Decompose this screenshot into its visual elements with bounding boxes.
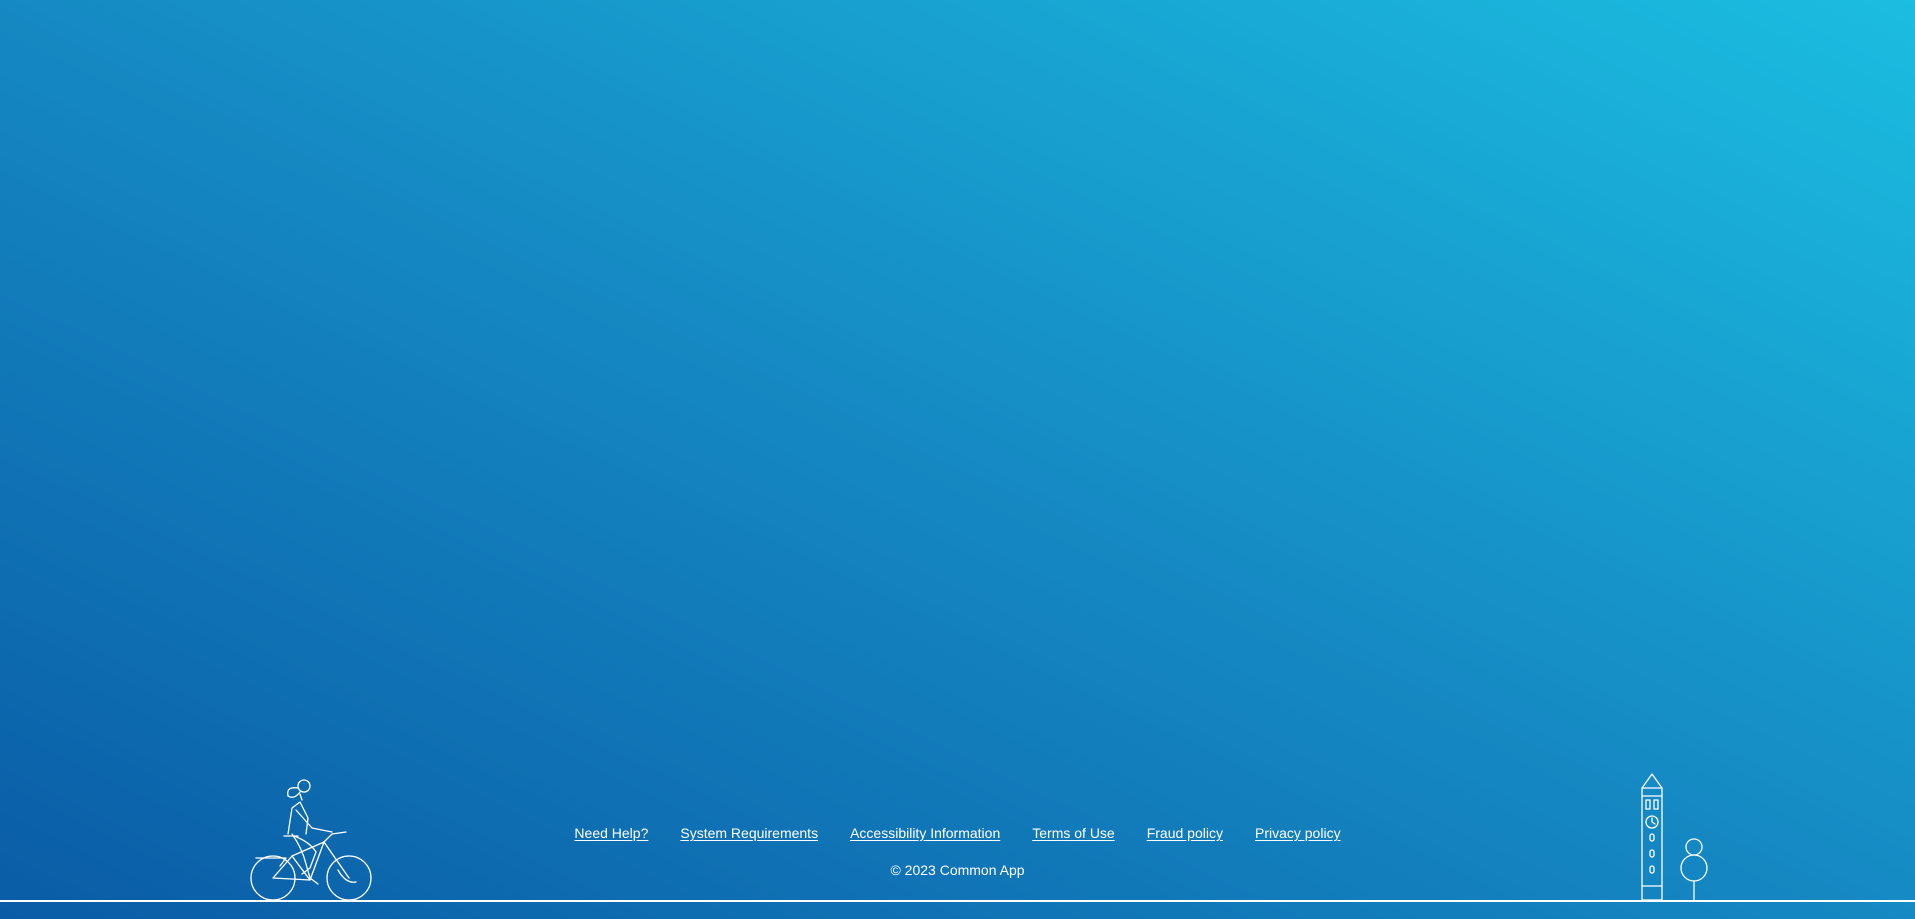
copyright-text: © 2023 Common App: [890, 862, 1025, 878]
system-requirements-link[interactable]: System Requirements: [680, 823, 818, 843]
need-help-link[interactable]: Need Help?: [574, 823, 648, 843]
fraud-policy-link[interactable]: Fraud policy: [1147, 823, 1223, 843]
footer-links: Need Help? System Requirements Accessibi…: [0, 823, 1915, 843]
terms-of-use-link[interactable]: Terms of Use: [1032, 823, 1114, 843]
ground-line: [0, 900, 1915, 902]
accessibility-information-link[interactable]: Accessibility Information: [850, 823, 1000, 843]
clock-tower-illustration: [1641, 773, 1708, 901]
page-background: Need Help? System Requirements Accessibi…: [0, 0, 1915, 919]
privacy-policy-link[interactable]: Privacy policy: [1255, 823, 1341, 843]
tree-icon: [1685, 838, 1703, 856]
